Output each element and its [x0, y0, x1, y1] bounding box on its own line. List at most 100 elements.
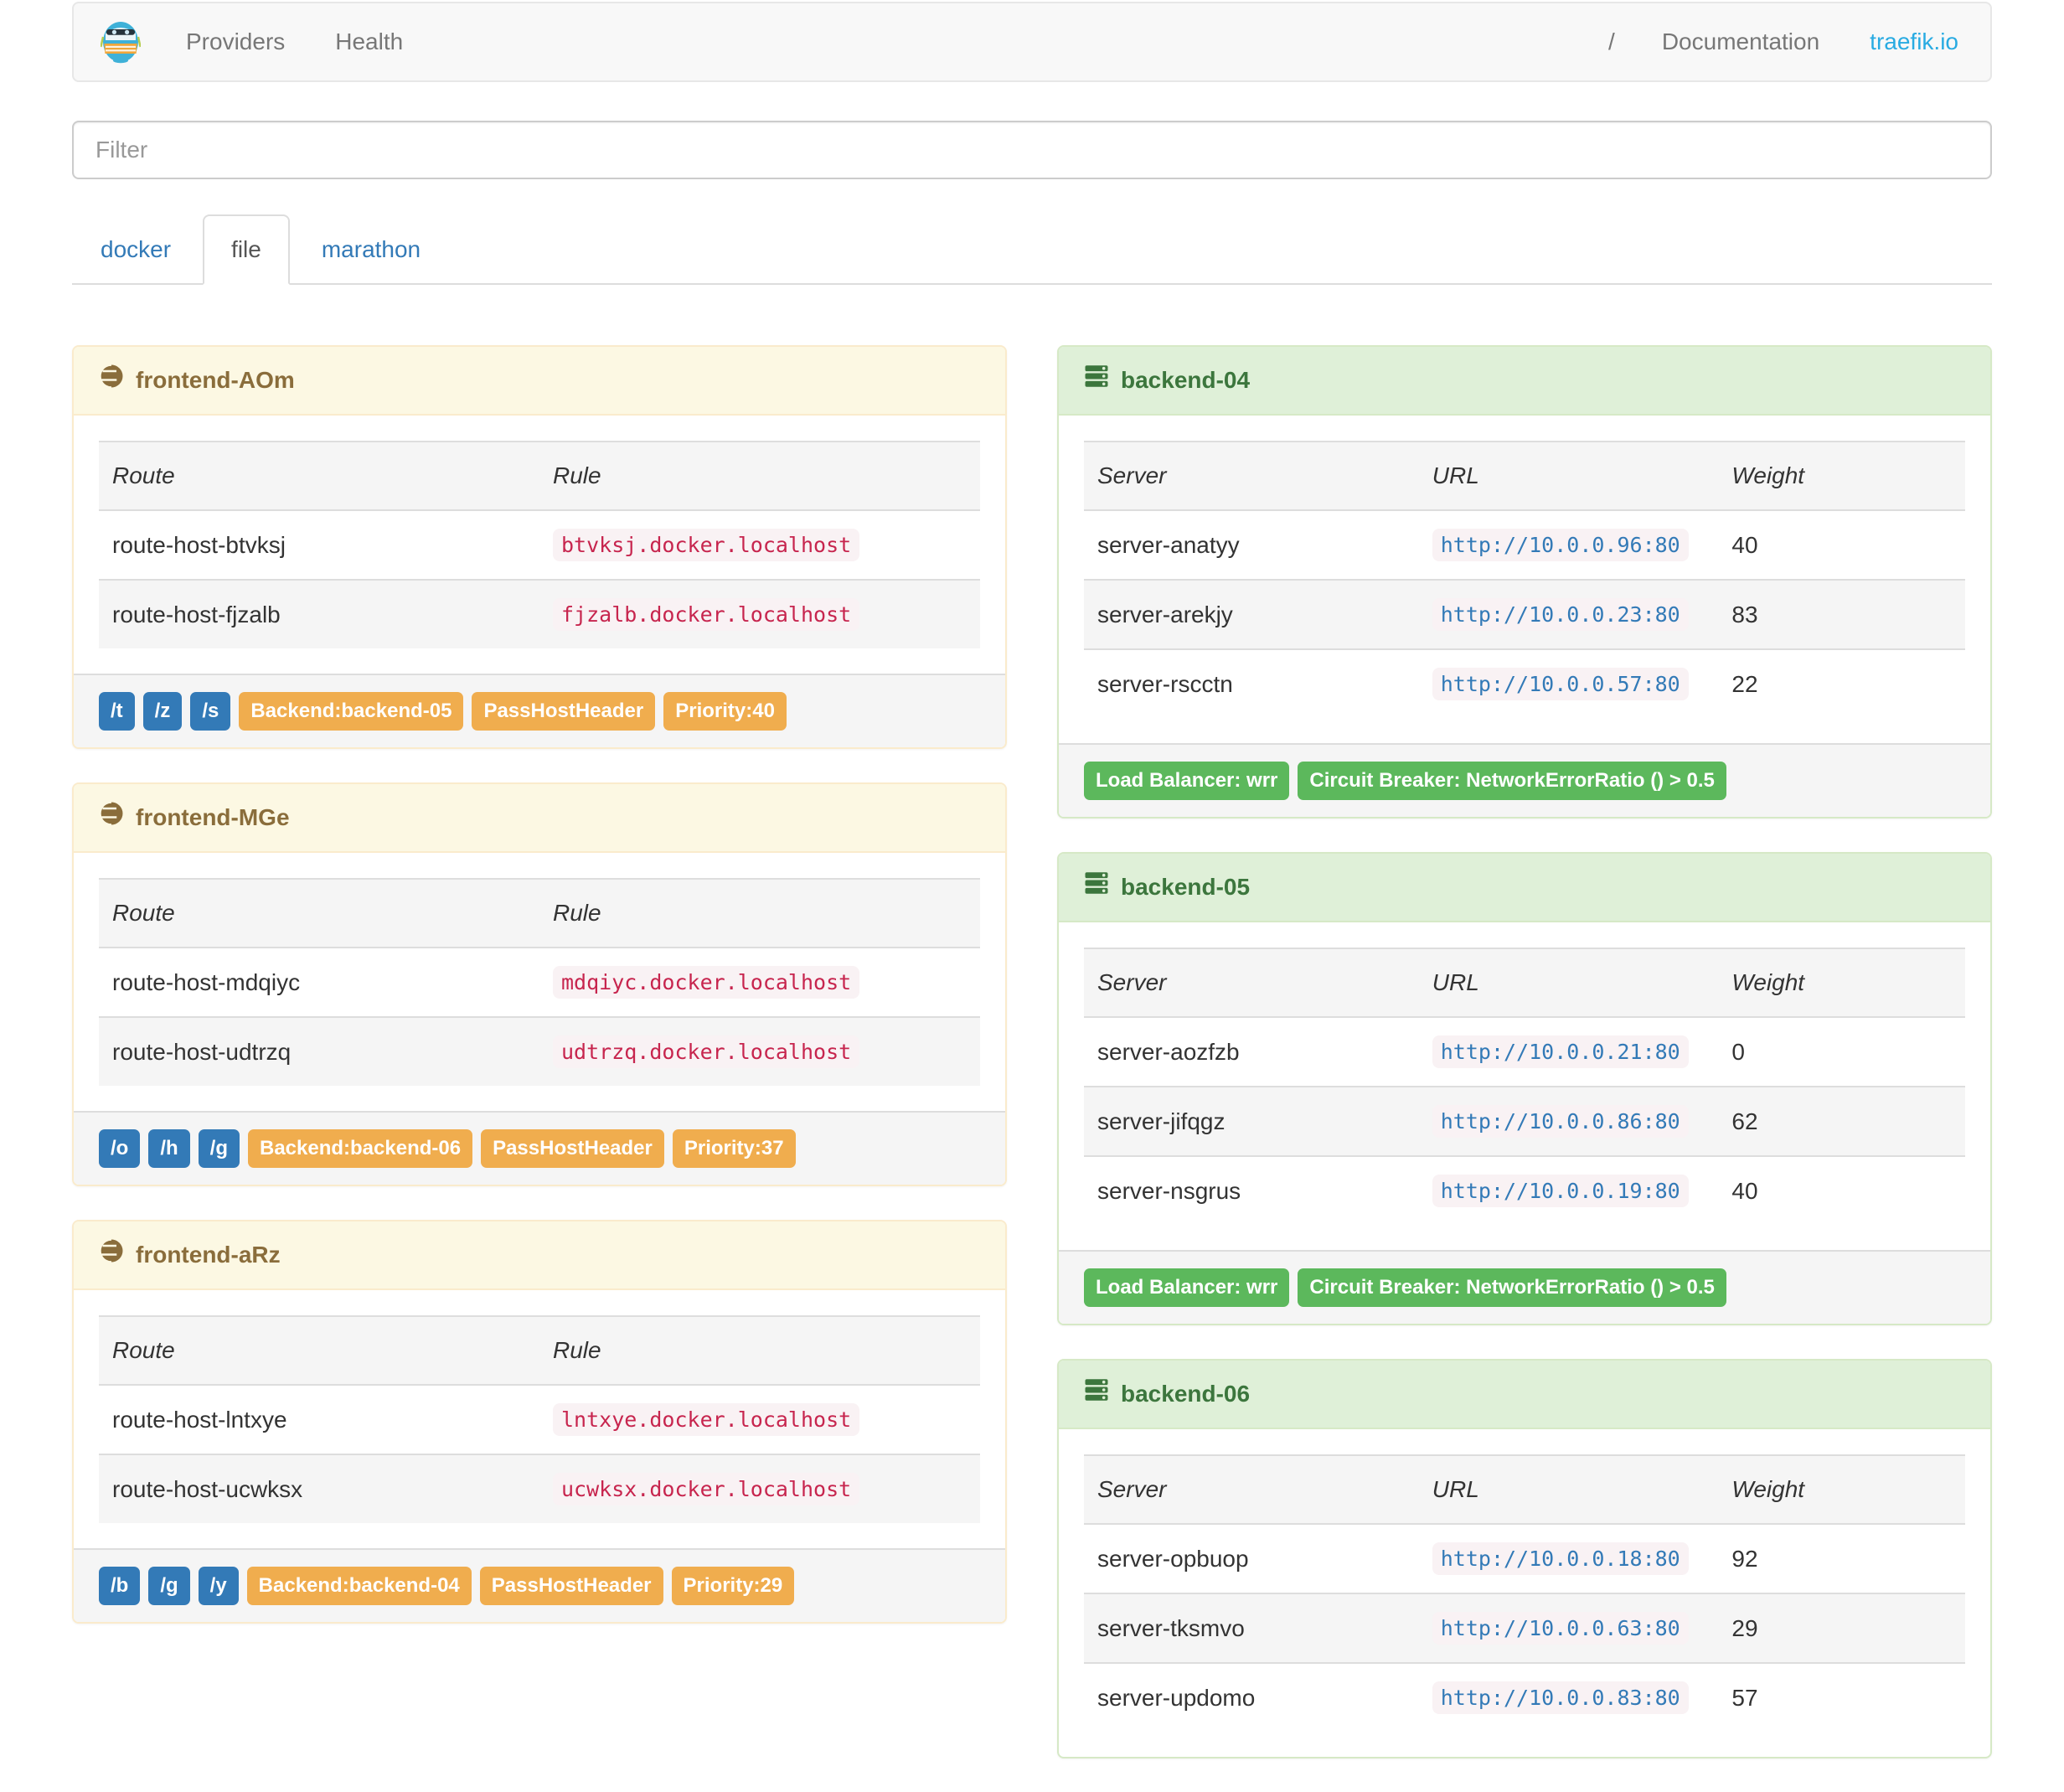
frontend-panel-body: Route Rule route-host-btvksj btvksj.dock… — [74, 416, 1005, 674]
load-balancer-badge: Load Balancer: wrr — [1084, 762, 1290, 800]
route-column-header: Route — [99, 878, 539, 948]
backend-panel: backend-06 Server URL Weight server-opbu… — [1057, 1359, 1992, 1758]
server-icon — [1084, 1377, 1109, 1411]
nav-documentation-link[interactable]: Documentation — [1637, 3, 1845, 80]
routes-header-row: Route Rule — [99, 441, 980, 511]
server-url-link[interactable]: http://10.0.0.96:80 — [1432, 529, 1689, 561]
route-row: route-host-udtrzq udtrzq.docker.localhos… — [99, 1016, 980, 1086]
server-url-link[interactable]: http://10.0.0.23:80 — [1432, 598, 1689, 631]
server-weight: 83 — [1718, 579, 1965, 649]
server-name: server-anatyy — [1084, 509, 1419, 580]
server-name: server-updomo — [1084, 1662, 1419, 1732]
server-name: server-opbuop — [1084, 1523, 1419, 1593]
priority-badge: Priority:40 — [663, 692, 787, 731]
route-column-header: Route — [99, 1315, 539, 1386]
frontend-panel: frontend-AOm Route Rule route-host-btvks… — [72, 345, 1007, 749]
provider-tabs: docker file marathon — [72, 214, 1992, 285]
entrypoint-badge: /t — [99, 692, 135, 731]
tab-docker[interactable]: docker — [72, 214, 199, 285]
server-row: server-updomo http://10.0.0.83:80 57 — [1084, 1662, 1965, 1732]
server-url-link[interactable]: http://10.0.0.83:80 — [1432, 1681, 1689, 1714]
server-url-link[interactable]: http://10.0.0.63:80 — [1432, 1612, 1689, 1645]
backend-panel: backend-05 Server URL Weight server-aozf… — [1057, 852, 1992, 1325]
entrypoint-badge: /s — [190, 692, 231, 731]
server-row: server-nsgrus http://10.0.0.19:80 40 — [1084, 1155, 1965, 1225]
circuit-breaker-badge: Circuit Breaker: NetworkErrorRatio () > … — [1298, 762, 1726, 800]
backend-ref-badge: Backend:backend-06 — [247, 1129, 473, 1168]
entrypoint-badge: /z — [142, 692, 183, 731]
traefik-brand[interactable] — [80, 15, 161, 70]
frontend-panel-body: Route Rule route-host-lntxye lntxye.dock… — [74, 1290, 1005, 1548]
server-weight: 57 — [1718, 1662, 1965, 1732]
server-name: server-arekjy — [1084, 579, 1419, 649]
servers-header-row: Server URL Weight — [1084, 948, 1965, 1018]
server-row: server-aozfzb http://10.0.0.21:80 0 — [1084, 1016, 1965, 1087]
globe-icon — [92, 801, 124, 834]
frontend-panel-body: Route Rule route-host-mdqiyc mdqiyc.dock… — [74, 853, 1005, 1111]
frontend-panel: frontend-MGe Route Rule route-host-mdqiy… — [72, 782, 1007, 1186]
route-row: route-host-ucwksx ucwksx.docker.localhos… — [99, 1454, 980, 1523]
nav-health-link[interactable]: Health — [310, 3, 428, 80]
server-column-header: Server — [1084, 948, 1419, 1018]
weight-column-header: Weight — [1718, 441, 1965, 511]
backend-panel-body: Server URL Weight server-aozfzb http://1… — [1059, 922, 1990, 1250]
server-url-link[interactable]: http://10.0.0.21:80 — [1432, 1035, 1689, 1068]
url-column-header: URL — [1418, 1454, 1719, 1525]
server-url-link[interactable]: http://10.0.0.57:80 — [1432, 668, 1689, 700]
frontends-column: frontend-AOm Route Rule route-host-btvks… — [72, 345, 1007, 1657]
frontend-panel: frontend-aRz Route Rule route-host-lntxy… — [72, 1220, 1007, 1624]
tab-marathon[interactable]: marathon — [293, 214, 449, 285]
routes-table: Route Rule route-host-mdqiyc mdqiyc.dock… — [99, 878, 980, 1086]
route-row: route-host-fjzalb fjzalb.docker.localhos… — [99, 579, 980, 648]
rule-column-header: Rule — [539, 878, 980, 948]
route-name: route-host-ucwksx — [99, 1454, 539, 1523]
nav-traefik-io-link[interactable]: traefik.io — [1845, 3, 1984, 80]
route-rule-code: mdqiyc.docker.localhost — [553, 966, 860, 999]
routes-table: Route Rule route-host-btvksj btvksj.dock… — [99, 441, 980, 648]
server-row: server-arekjy http://10.0.0.23:80 83 — [1084, 579, 1965, 649]
url-column-header: URL — [1418, 948, 1719, 1018]
route-name: route-host-lntxye — [99, 1384, 539, 1454]
file-provider-content: frontend-AOm Route Rule route-host-btvks… — [72, 345, 1992, 1792]
backend-ref-badge: Backend:backend-04 — [246, 1567, 472, 1605]
servers-table: Server URL Weight server-anatyy http://1… — [1084, 441, 1965, 718]
backend-ref-badge: Backend:backend-05 — [239, 692, 464, 731]
server-name: server-rscctn — [1084, 648, 1419, 718]
entrypoint-badge: /g — [198, 1129, 240, 1168]
nav-providers-link[interactable]: Providers — [161, 3, 310, 80]
passhostheader-badge: PassHostHeader — [481, 1129, 664, 1168]
frontend-panel-heading: frontend-aRz — [74, 1221, 1005, 1290]
server-url-link[interactable]: http://10.0.0.18:80 — [1432, 1542, 1689, 1575]
navbar-right-links: / Documentation traefik.io — [1587, 3, 1984, 80]
route-name: route-host-udtrzq — [99, 1016, 539, 1086]
frontend-panel-heading: frontend-MGe — [74, 784, 1005, 853]
entrypoint-badge: /g — [148, 1567, 190, 1605]
server-url-link[interactable]: http://10.0.0.19:80 — [1432, 1175, 1689, 1207]
filter-bar — [72, 121, 1992, 179]
server-url-link[interactable]: http://10.0.0.86:80 — [1432, 1105, 1689, 1138]
server-row: server-jifqgz http://10.0.0.86:80 62 — [1084, 1086, 1965, 1156]
server-weight: 40 — [1718, 1155, 1965, 1225]
backend-panel-heading: backend-06 — [1059, 1361, 1990, 1429]
nav-slash: / — [1608, 28, 1615, 54]
frontend-panel-footer: /o /h /g Backend:backend-06 PassHostHead… — [74, 1111, 1005, 1185]
priority-badge: Priority:37 — [672, 1129, 796, 1168]
routes-table: Route Rule route-host-lntxye lntxye.dock… — [99, 1315, 980, 1523]
route-rule-code: fjzalb.docker.localhost — [553, 598, 860, 631]
filter-input[interactable] — [72, 121, 1992, 179]
navbar: Providers Health / Documentation traefik… — [72, 2, 1992, 82]
backend-panel-heading: backend-04 — [1059, 347, 1990, 416]
frontend-title: frontend-AOm — [136, 367, 295, 393]
backend-panel-body: Server URL Weight server-anatyy http://1… — [1059, 416, 1990, 743]
servers-header-row: Server URL Weight — [1084, 441, 1965, 511]
tab-file[interactable]: file — [203, 214, 290, 285]
route-rule-code: btvksj.docker.localhost — [553, 529, 860, 561]
server-row: server-rscctn http://10.0.0.57:80 22 — [1084, 648, 1965, 718]
server-row: server-opbuop http://10.0.0.18:80 92 — [1084, 1523, 1965, 1593]
passhostheader-badge: PassHostHeader — [479, 1567, 663, 1605]
entrypoint-badge: /y — [198, 1567, 239, 1605]
backend-title: backend-06 — [1121, 1381, 1251, 1407]
server-column-header: Server — [1084, 441, 1419, 511]
route-name: route-host-btvksj — [99, 509, 539, 580]
server-name: server-nsgrus — [1084, 1155, 1419, 1225]
